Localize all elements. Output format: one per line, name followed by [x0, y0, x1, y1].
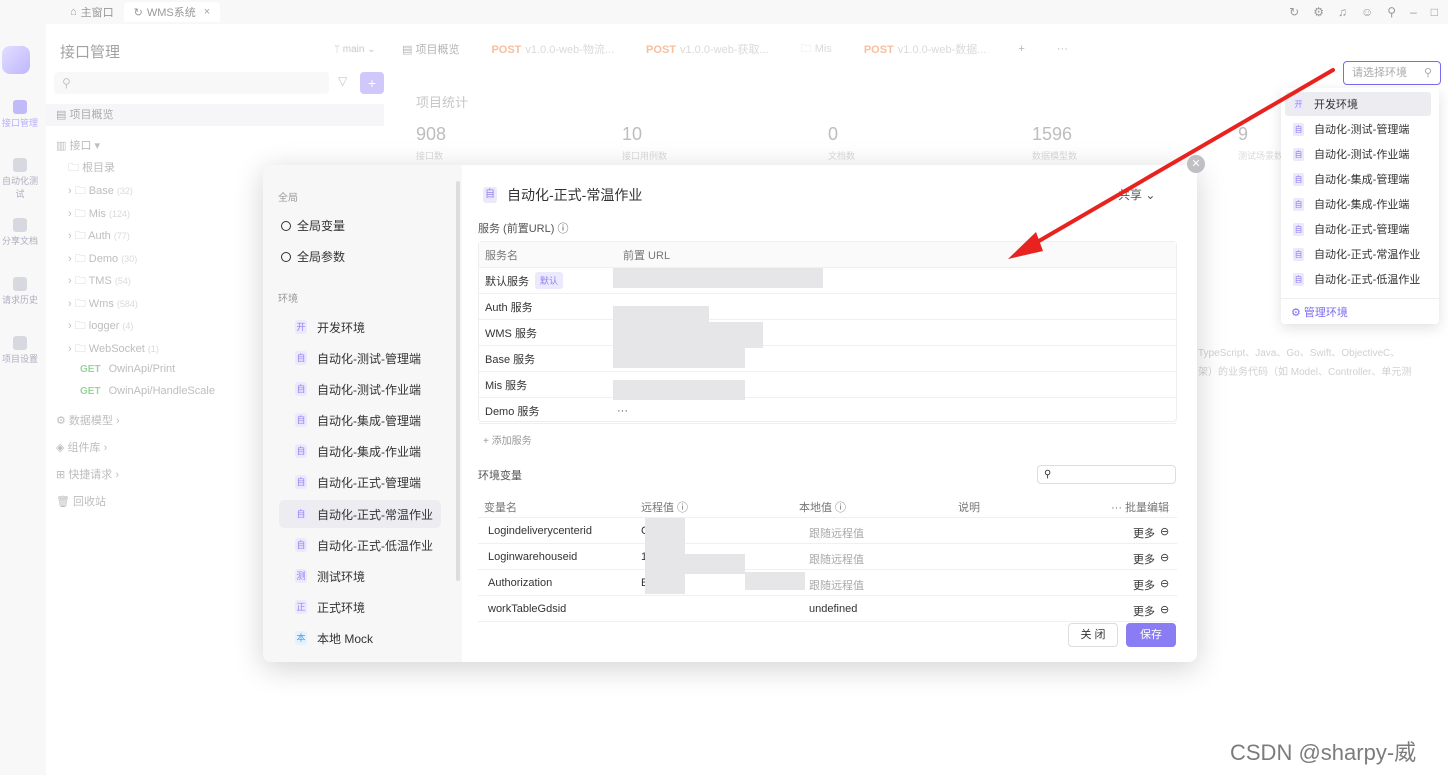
watermark: CSDN @sharpy-威 [1230, 740, 1417, 765]
annotation-arrow [1008, 68, 1335, 259]
arrow-head [1008, 232, 1043, 259]
arrow-shaft [1018, 68, 1335, 254]
